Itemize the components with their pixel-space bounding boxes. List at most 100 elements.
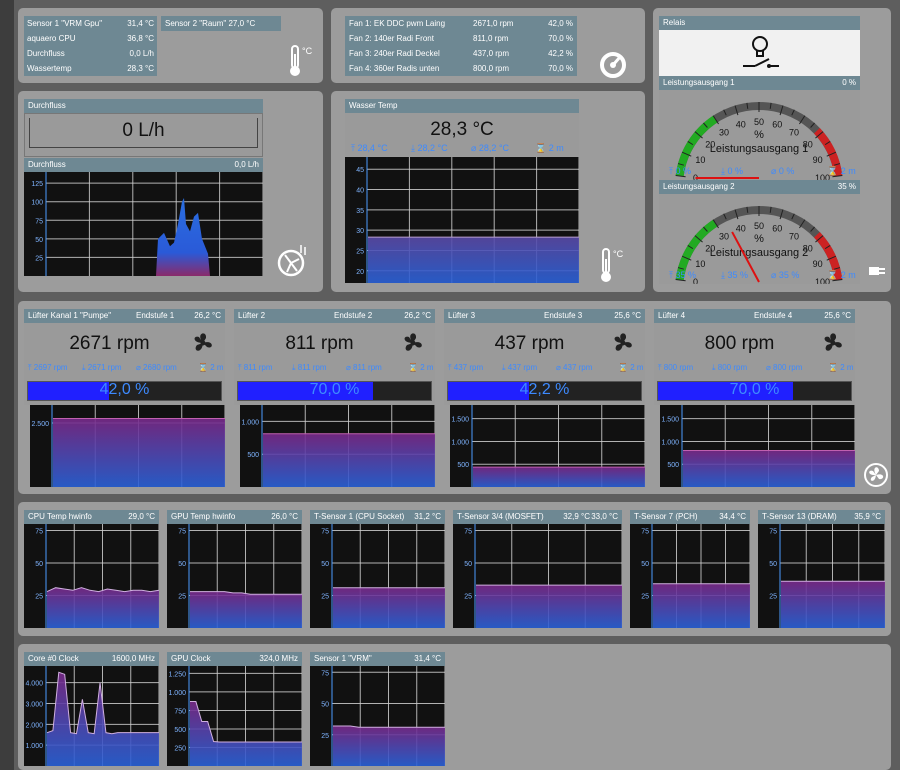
flow-header: Durchfluss (24, 99, 263, 113)
y-tick-label: 1.000 (25, 743, 43, 750)
output-header: Leistungsausgang 2 35 % (659, 180, 860, 194)
y-tick-label: 25 (178, 594, 186, 601)
thermometer-icon-water: °C (597, 247, 627, 289)
fan-percent-label: 70,0 % (309, 381, 360, 398)
series-area (263, 433, 435, 487)
water-stat-avg: ⌀ 28,2 °C (471, 143, 510, 153)
y-tick-label: 75 (35, 529, 43, 536)
y-tick-label: 1.500 (451, 417, 469, 424)
chart-title: Sensor 1 "VRM" (314, 654, 372, 663)
y-tick-label: 100 (31, 200, 43, 207)
fan-temp: 26,2 °C (194, 311, 221, 320)
chart-value: 32,9 °C (563, 512, 590, 521)
output-title: Leistungsausgang 2 (663, 182, 735, 191)
fan-rpm-value: 800 rpm (704, 333, 775, 354)
y-tick-label: 40 (356, 188, 364, 195)
output-stat: ⤓ 0 % (721, 166, 743, 176)
fan-chart: 1.000 500 (240, 405, 436, 487)
y-tick-label: 25 (464, 594, 472, 601)
y-tick-label: 2.000 (25, 722, 43, 729)
fan-stat: ⤒ 437 rpm (448, 363, 484, 372)
y-tick-label: 25 (35, 255, 43, 262)
fan-pct: 70,0 % (548, 34, 573, 43)
series-area (47, 587, 159, 628)
output-stat: ⌛ 2 m (827, 270, 856, 280)
fan-header: Lüfter 3 Endstufe 3 25,6 °C (444, 309, 645, 323)
y-tick-label: 75 (464, 529, 472, 536)
sensor-value: 36,8 °C (127, 34, 154, 43)
y-tick-label: 35 (356, 208, 364, 215)
chart-value: 31,4 °C (414, 654, 441, 663)
fans-panel: Fan 1: EK DDC pwm Laing 2671,0 rpm 42,0 % F… (345, 16, 577, 76)
fan-stage: Endstufe 4 (754, 311, 793, 320)
y-tick-label: 1.000 (661, 439, 679, 446)
y-tick-label: 50 (35, 237, 43, 244)
fan-blade-icon (399, 329, 427, 357)
series-area (683, 450, 855, 487)
gauge-tick-label: 90 (813, 155, 823, 165)
flow-group: Durchfluss 0 L/h Durchfluss 0,0 L/h 125 10… (18, 91, 323, 292)
fan-display: 811 rpm ⤒ 811 rpm ⤓ 811 rpm ⌀ 811 rpm ⌛ 2 m 7… (234, 323, 435, 405)
sensor-2-label: Sensor 2 "Raum" 27,0 °C (161, 16, 281, 31)
fan-label: Fan 3: 240er Radi Deckel (349, 49, 440, 58)
sensor-label: Wassertemp (27, 64, 72, 73)
pump-icon (277, 243, 309, 279)
gauge-tick-label: 90 (813, 259, 823, 269)
gauge-tick-label: 50 (754, 117, 764, 127)
fan-stat: ⤓ 2671 rpm (82, 363, 122, 372)
sensor-chart: 75 50 25 (167, 524, 303, 628)
chart-title: GPU Temp hwinfo (171, 512, 236, 521)
fan-summary-row: Fan 4: 360er Radis unten 800,0 rpm 70,0 % (345, 61, 577, 76)
chart-header: CPU Temp hwinfo 29,0 °C (24, 510, 159, 524)
gauge-tick-label: 10 (695, 259, 705, 269)
chart-header: T-Sensor 3/4 (MOSFET) 32,9 °C 33,0 °C (453, 510, 622, 524)
chart-header: T-Sensor 13 (DRAM) 35,9 °C (758, 510, 885, 524)
fan-chart: 1.500 1.000 500 (450, 405, 646, 487)
fan-blade-icon (189, 329, 217, 357)
fan-temp: 25,6 °C (614, 311, 641, 320)
y-tick-label: 20 (356, 269, 364, 276)
sensor-row: Wassertemp 28,3 °C (24, 61, 157, 76)
fan-title: Lüfter 2 (238, 311, 266, 320)
fan-speed-icon (598, 50, 632, 82)
sensor-chart: 75 50 25 (630, 524, 751, 628)
water-group: Wasser Temp 28,3 °C ⤒ 28,4 °C ⤓ 28,2 °C … (331, 91, 645, 292)
y-tick-label: 500 (247, 452, 259, 459)
chart-title: CPU Temp hwinfo (28, 512, 92, 521)
gauge-tick-label: 60 (772, 120, 782, 130)
flow-display: 0 L/h (24, 113, 263, 157)
gauge-unit: % (754, 233, 764, 245)
y-tick-label: 30 (356, 228, 364, 235)
fan-temp: 25,6 °C (824, 311, 851, 320)
fan-chart: 2.500 (30, 405, 226, 487)
y-tick-label: 500 (174, 727, 186, 734)
chart-value-2: 33,0 °C (591, 512, 618, 521)
fan-summary-row: Fan 3: 240er Radi Deckel 437,0 rpm 42,2 % (345, 46, 577, 61)
fan-header: Lüfter Kanal 1 "Pumpe" Endstufe 1 26,2 °C (24, 309, 225, 323)
fan-header: Lüfter 4 Endstufe 4 25,6 °C (654, 309, 855, 323)
y-tick-label: 750 (174, 708, 186, 715)
gauge-tick-label: 30 (719, 127, 729, 137)
fan-percent-label: 42,2 % (519, 381, 570, 398)
sensor-chart: 1.250 1.000 750 500 250 (167, 666, 303, 766)
gauge-tick-label: 10 (695, 155, 705, 165)
fan-pct: 42,0 % (548, 19, 573, 28)
water-stat-span: ⌛ 2 m (535, 143, 564, 153)
sensor-label: Durchfluss (27, 49, 65, 58)
output-title: Leistungsausgang 1 (663, 78, 735, 87)
y-tick-label: 1.500 (661, 417, 679, 424)
y-tick-label: 50 (769, 561, 777, 568)
fan-stage: Endstufe 2 (334, 311, 373, 320)
relais-switch[interactable] (659, 30, 860, 76)
fan-stage: Endstufe 3 (544, 311, 583, 320)
fan-percent-label: 70,0 % (729, 381, 780, 398)
sensor-chart: 4.000 3.000 2.000 1.000 (24, 666, 160, 766)
y-tick-label: 75 (321, 529, 329, 536)
y-tick-label: 25 (35, 594, 43, 601)
output-header: Leistungsausgang 1 0 % (659, 76, 860, 90)
fan-stat: ⌛ 2 m (828, 363, 854, 372)
chart-header: GPU Clock 324,0 MHz (167, 652, 302, 666)
fan-rpm: 2671,0 rpm (473, 19, 514, 28)
relais-title: Relais (663, 18, 686, 27)
flow-value: 0 L/h (122, 120, 165, 141)
